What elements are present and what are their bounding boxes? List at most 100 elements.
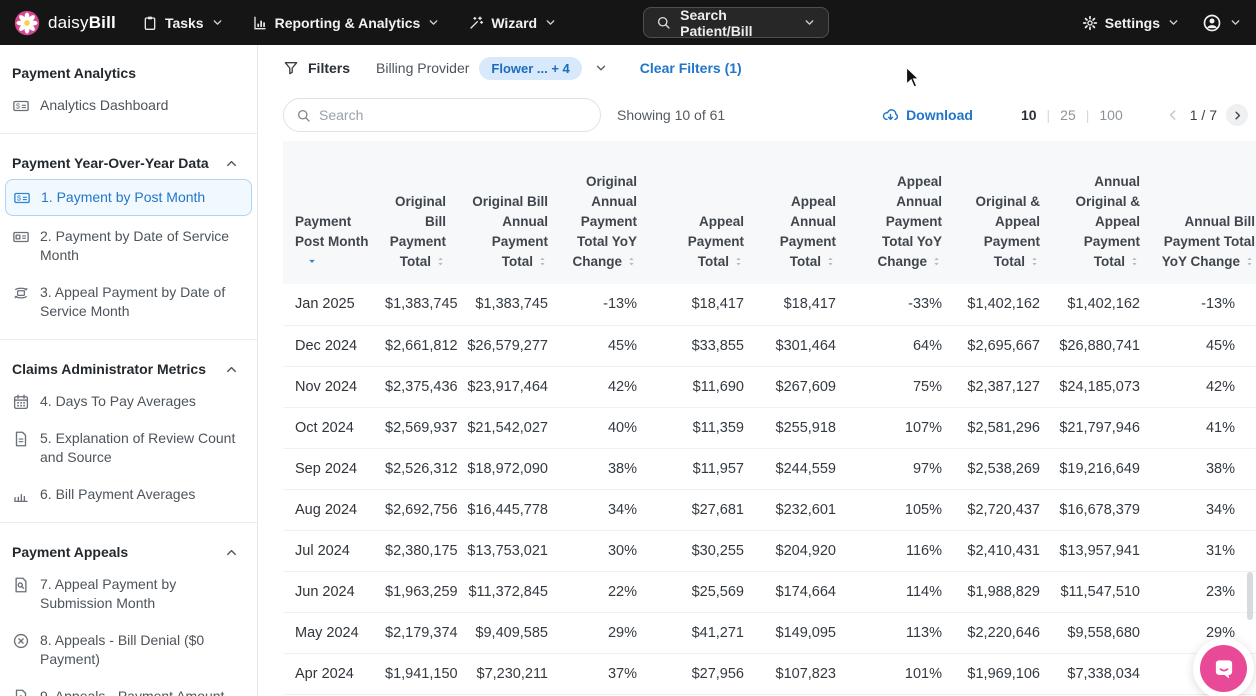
sidebar-divider: [0, 133, 257, 134]
sort-icon[interactable]: [1029, 255, 1040, 268]
column-header-appeal-payment-total[interactable]: Appeal Payment Total: [645, 141, 752, 284]
sort-icon[interactable]: [1129, 255, 1140, 268]
table-cell: $244,559: [752, 448, 844, 489]
sidebar-item-3-appeal-payment-by-date-of-service-month[interactable]: 3. Appeal Payment by Date of Service Mon…: [0, 274, 257, 330]
table-cell: $204,920: [752, 530, 844, 571]
table-search[interactable]: [283, 98, 601, 132]
row-month-cell: May 2024: [283, 612, 377, 653]
column-header-annual-original-appeal-payment-total[interactable]: Annual Original & Appeal Payment Total: [1048, 141, 1148, 284]
brand-logo[interactable]: daisyBill: [14, 10, 116, 36]
sidebar-item-9-appeals-payment-amount-incorrect[interactable]: $9. Appeals - Payment Amount Incorrect: [0, 678, 257, 696]
column-header-payment-post-month[interactable]: Payment Post Month: [283, 141, 377, 284]
svg-text:$: $: [17, 195, 21, 203]
chevron-up-icon[interactable]: [224, 156, 239, 171]
account-menu[interactable]: [1202, 13, 1242, 33]
sort-icon[interactable]: [435, 255, 446, 268]
table-cell: $18,417: [752, 284, 844, 325]
column-header-original-bill-payment-total[interactable]: Original Bill Payment Total: [377, 141, 454, 284]
table-cell: $23,917,464: [454, 366, 556, 407]
table-cell: $7,338,034: [1048, 653, 1148, 694]
table-row-aug-2024: Aug 2024$2,692,756$16,445,77834%$27,681$…: [283, 489, 1256, 530]
patient-bill-search[interactable]: Search Patient/Bill: [643, 7, 829, 38]
sidebar-item-8-appeals-bill-denial-0-payment[interactable]: 8. Appeals - Bill Denial ($0 Payment): [0, 622, 257, 678]
page-size-25[interactable]: 25: [1060, 107, 1076, 123]
chevron-down-icon: [803, 16, 816, 29]
table-cell: 38%: [556, 448, 645, 489]
wand-icon: [468, 15, 484, 31]
sort-icon[interactable]: [626, 255, 637, 268]
chat-launcher-button[interactable]: [1200, 645, 1247, 692]
table-cell: $11,690: [645, 366, 752, 407]
chevron-up-icon[interactable]: [224, 545, 239, 560]
nav-menu-settings[interactable]: Settings: [1082, 15, 1180, 31]
table-cell: $1,963,259: [377, 571, 454, 612]
nav-menu-reporting-analytics[interactable]: Reporting & Analytics: [252, 15, 441, 31]
table-cell: 29%: [556, 612, 645, 653]
row-month-cell: Jun 2024: [283, 571, 377, 612]
sort-icon[interactable]: [825, 255, 836, 268]
column-header-original-bill-annual-payment-total[interactable]: Original Bill Annual Payment Total: [454, 141, 556, 284]
sort-icon[interactable]: [733, 255, 744, 268]
top-navbar: daisyBill Tasks Reporting & Analytics Wi…: [0, 0, 1256, 45]
table-cell: 22%: [556, 571, 645, 612]
sidebar-item-6-bill-payment-averages[interactable]: 6. Bill Payment Averages: [0, 476, 257, 513]
previous-page-button[interactable]: [1165, 107, 1181, 123]
sort-icon[interactable]: [931, 255, 942, 268]
chat-bubble-icon: [1211, 656, 1237, 682]
chevron-down-icon[interactable]: [594, 61, 608, 75]
chevron-up-icon[interactable]: [224, 362, 239, 377]
table-cell: $2,538,269: [950, 448, 1048, 489]
table-row-may-2024: May 2024$2,179,374$9,409,58529%$41,271$1…: [283, 612, 1256, 653]
table-cell: 116%: [844, 530, 950, 571]
nav-menu-wizard[interactable]: Wizard: [468, 15, 557, 31]
row-month-cell: Apr 2024: [283, 653, 377, 694]
sort-icon[interactable]: [537, 255, 548, 268]
page-size-100[interactable]: 100: [1099, 107, 1122, 123]
table-cell: $2,179,374: [377, 612, 454, 653]
sidebar-item-5-explanation-of-review-count-and-source[interactable]: 5. Explanation of Review Count and Sourc…: [0, 420, 257, 476]
sidebar-section-title-claims-administrator-metrics[interactable]: Claims Administrator Metrics: [0, 349, 257, 383]
nav-menu-tasks[interactable]: Tasks: [142, 15, 224, 31]
column-header-original-annual-payment-total-yoy-change[interactable]: Original Annual Payment Total YoY Change: [556, 141, 645, 284]
vertical-scrollbar[interactable]: [1247, 572, 1253, 620]
sort-desc-icon[interactable]: [306, 255, 318, 266]
table-cell: $232,601: [752, 489, 844, 530]
table-cell: $21,542,027: [454, 407, 556, 448]
sidebar-section-title-payment-year-over-year-data[interactable]: Payment Year-Over-Year Data: [0, 143, 257, 177]
column-header-appeal-annual-payment-total-yoy-change[interactable]: Appeal Annual Payment Total YoY Change: [844, 141, 950, 284]
sidebar-item-label: 4. Days To Pay Averages: [40, 392, 196, 411]
sidebar-item-analytics-dashboard[interactable]: $Analytics Dashboard: [0, 87, 257, 124]
filters-label[interactable]: Filters: [308, 60, 350, 76]
table-cell: $41,271: [645, 612, 752, 653]
table-cell: $301,464: [752, 325, 844, 366]
sidebar-item-1-payment-by-post-month[interactable]: $1. Payment by Post Month: [5, 179, 252, 216]
sidebar-divider: [0, 339, 257, 340]
sidebar-item-label: 2. Payment by Date of Service Month: [40, 227, 245, 265]
download-button[interactable]: Download: [882, 107, 973, 124]
table-cell: $1,383,745: [377, 284, 454, 325]
sidebar-item-4-days-to-pay-averages[interactable]: 4. Days To Pay Averages: [0, 383, 257, 420]
row-month-cell: Oct 2024: [283, 407, 377, 448]
table-cell: $1,383,745: [454, 284, 556, 325]
filter-bar: Filters Billing Provider Flower ... + 4 …: [259, 47, 1256, 89]
search-icon: [656, 15, 671, 30]
table-cell: 41%: [1148, 407, 1256, 448]
sidebar-item-2-payment-by-date-of-service-month[interactable]: 2. Payment by Date of Service Month: [0, 218, 257, 274]
table-search-input[interactable]: [319, 107, 588, 123]
doc-dollar-icon: $: [12, 688, 30, 696]
clear-filters-link[interactable]: Clear Filters (1): [640, 60, 742, 76]
column-header-appeal-annual-payment-total[interactable]: Appeal Annual Payment Total: [752, 141, 844, 284]
nav-menu-settings-label: Settings: [1105, 15, 1160, 31]
billing-provider-filter-chip[interactable]: Flower ... + 4: [479, 57, 581, 80]
sort-icon[interactable]: [1244, 255, 1255, 268]
sidebar-item-7-appeal-payment-by-submission-month[interactable]: 7. Appeal Payment by Submission Month: [0, 566, 257, 622]
row-month-cell: Dec 2024: [283, 325, 377, 366]
column-header-annual-bill-payment-total-yoy-change[interactable]: Annual Bill Payment Total YoY Change: [1148, 141, 1256, 284]
table-cell: $267,609: [752, 366, 844, 407]
money-check-icon: $: [13, 189, 31, 207]
column-header-original-appeal-payment-total[interactable]: Original & Appeal Payment Total: [950, 141, 1048, 284]
page-size-10[interactable]: 10: [1021, 107, 1037, 123]
showing-count: Showing 10 of 61: [617, 107, 725, 123]
next-page-button[interactable]: [1226, 104, 1248, 126]
sidebar-section-title-payment-appeals[interactable]: Payment Appeals: [0, 532, 257, 566]
